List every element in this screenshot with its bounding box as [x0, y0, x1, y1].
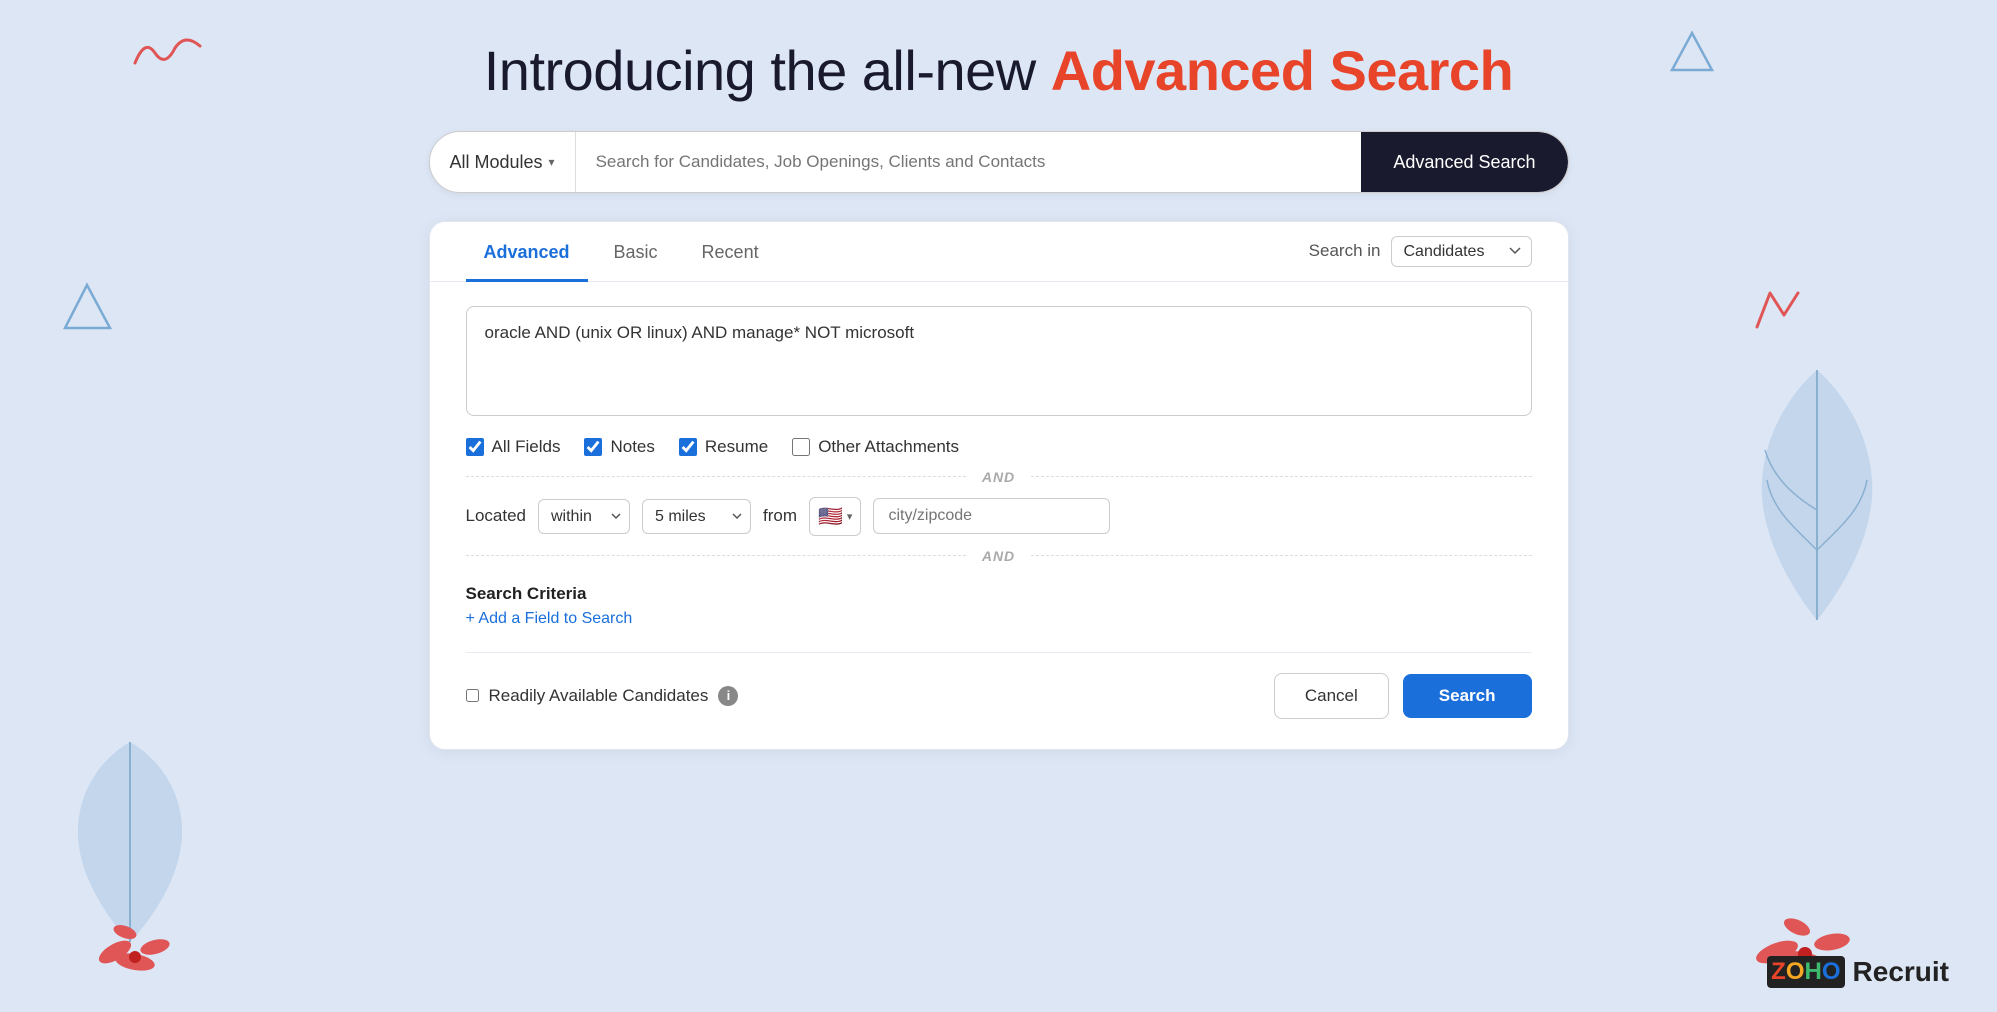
notes-checkbox-item[interactable]: Notes: [584, 437, 654, 457]
info-icon[interactable]: i: [718, 686, 738, 706]
main-search-input[interactable]: [576, 152, 1362, 172]
notes-label: Notes: [610, 437, 654, 457]
location-row: Located within outside 5 miles 10 miles …: [430, 497, 1568, 536]
and-label-2: AND: [966, 548, 1031, 564]
recruit-text: Recruit: [1853, 956, 1949, 988]
all-fields-label: All Fields: [492, 437, 561, 457]
located-label: Located: [466, 506, 527, 526]
tab-advanced[interactable]: Advanced: [466, 222, 588, 282]
page-title: Introducing the all-new Advanced Search: [484, 38, 1514, 103]
advanced-search-card: Advanced Basic Recent Search in Candidat…: [429, 221, 1569, 750]
flag-select[interactable]: 🇺🇸 ▾: [809, 497, 861, 536]
search-in-label: Search in: [1309, 241, 1381, 261]
search-criteria-title: Search Criteria: [466, 584, 1532, 604]
other-attachments-checkbox-item[interactable]: Other Attachments: [792, 437, 959, 457]
deco-leaf-left: [60, 732, 200, 952]
and-label-1: AND: [966, 469, 1031, 485]
readily-available-label: Readily Available Candidates: [489, 686, 709, 706]
tabs-left: Advanced Basic Recent: [466, 222, 777, 281]
from-label: from: [763, 506, 797, 526]
other-attachments-checkbox[interactable]: [792, 438, 810, 456]
resume-checkbox-item[interactable]: Resume: [679, 437, 768, 457]
distance-select[interactable]: 5 miles 10 miles 25 miles 50 miles 100 m…: [642, 499, 751, 534]
cancel-button[interactable]: Cancel: [1274, 673, 1389, 719]
tab-recent[interactable]: Recent: [684, 222, 777, 282]
tabs-row: Advanced Basic Recent Search in Candidat…: [430, 222, 1568, 282]
zoho-recruit-logo: ZOHO Recruit: [1767, 956, 1949, 988]
flag-caret-icon: ▾: [847, 510, 853, 523]
tab-basic[interactable]: Basic: [596, 222, 676, 282]
advanced-search-button[interactable]: Advanced Search: [1361, 132, 1567, 192]
all-fields-checkbox-item[interactable]: All Fields: [466, 437, 561, 457]
and-divider-1: AND: [466, 469, 1532, 485]
notes-checkbox[interactable]: [584, 438, 602, 456]
add-field-to-search-link[interactable]: + Add a Field to Search: [466, 610, 633, 627]
query-textarea[interactable]: oracle AND (unix OR linux) AND manage* N…: [466, 306, 1532, 416]
bottom-buttons: Cancel Search: [1274, 673, 1532, 719]
divider-line: [466, 652, 1532, 653]
resume-checkbox[interactable]: [679, 438, 697, 456]
resume-label: Resume: [705, 437, 768, 457]
readily-available-checkbox-item[interactable]: Readily Available Candidates i: [466, 686, 739, 706]
search-criteria-section: Search Criteria + Add a Field to Search: [430, 576, 1568, 640]
checkboxes-row: All Fields Notes Resume Other Attachment…: [430, 437, 1568, 457]
all-modules-button[interactable]: All Modules ▾: [430, 132, 576, 192]
search-button[interactable]: Search: [1403, 674, 1532, 718]
other-attachments-label: Other Attachments: [818, 437, 959, 457]
and-divider-2: AND: [466, 548, 1532, 564]
bottom-row: Readily Available Candidates i Cancel Se…: [430, 665, 1568, 719]
search-bar-container: All Modules ▾ Advanced Search: [429, 131, 1569, 193]
deco-flowers-left: [90, 892, 190, 992]
tabs-right: Search in Candidates Contacts Job Openin…: [1309, 236, 1532, 267]
all-modules-caret-icon: ▾: [549, 155, 555, 169]
readily-available-checkbox[interactable]: [466, 689, 479, 702]
flag-emoji: 🇺🇸: [818, 504, 843, 529]
zoho-box: ZOHO: [1767, 956, 1844, 988]
all-fields-checkbox[interactable]: [466, 438, 484, 456]
within-select[interactable]: within outside: [538, 499, 630, 534]
city-zipcode-input[interactable]: [873, 498, 1110, 534]
search-in-select[interactable]: Candidates Contacts Job Openings Clients: [1391, 236, 1532, 267]
